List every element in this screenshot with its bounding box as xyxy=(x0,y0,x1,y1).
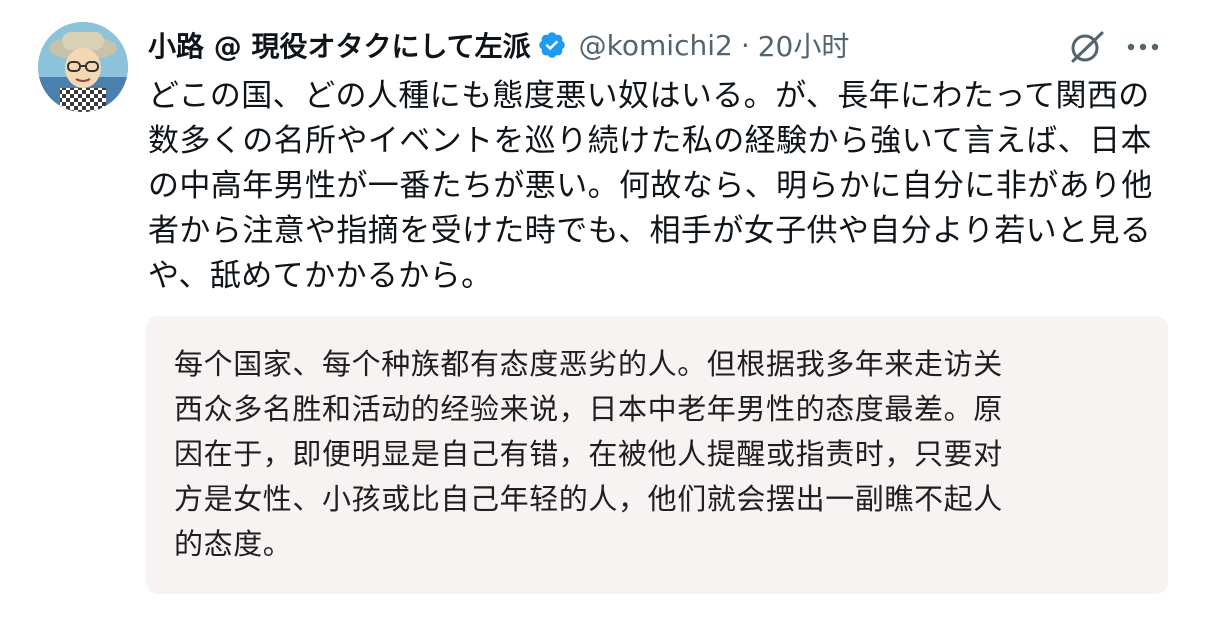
verified-badge-icon xyxy=(537,30,567,60)
translation-box: 每个国家、每个种族都有态度恶劣的人。但根据我多年来走访关 西众多名胜和活动的经验… xyxy=(146,316,1168,594)
tweet-time[interactable]: 20小时 xyxy=(758,25,850,65)
avatar-image xyxy=(38,22,128,112)
avatar[interactable] xyxy=(38,22,128,112)
tweet-header: 小路 @ 現役オタクにして左派 @komichi2 · 20小时 xyxy=(148,22,1188,68)
tweet: 小路 @ 現役オタクにして左派 @komichi2 · 20小时 どこの国、どの… xyxy=(0,0,1206,625)
more-options-button[interactable] xyxy=(1122,26,1164,68)
author-handle[interactable]: @komichi2 xyxy=(579,29,733,62)
grok-icon xyxy=(1071,31,1104,63)
more-dots-icon xyxy=(1127,43,1159,51)
translation-text: 每个国家、每个种族都有态度恶劣的人。但根据我多年来走访关 西众多名胜和活动的经验… xyxy=(174,347,1003,561)
tweet-text: どこの国、どの人種にも態度悪い奴はいる。が、長年にわたって関西の 数多くの名所や… xyxy=(148,78,1153,294)
separator-dot: · xyxy=(740,28,750,62)
author-display-name[interactable]: 小路 @ 現役オタクにして左派 xyxy=(148,25,531,65)
grok-button[interactable] xyxy=(1066,26,1108,68)
